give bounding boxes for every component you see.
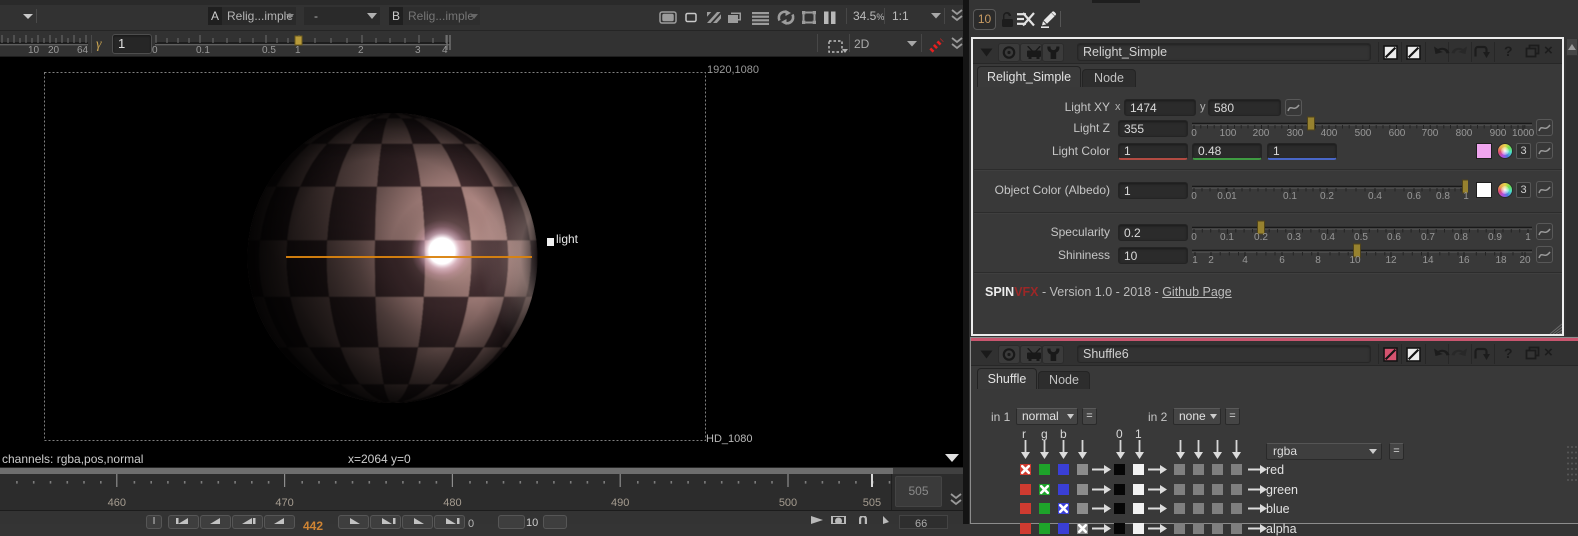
svg-text:1920,1080: 1920,1080: [707, 64, 759, 76]
svg-text:HD_1080: HD_1080: [706, 433, 752, 445]
svg-text:light: light: [556, 232, 579, 246]
